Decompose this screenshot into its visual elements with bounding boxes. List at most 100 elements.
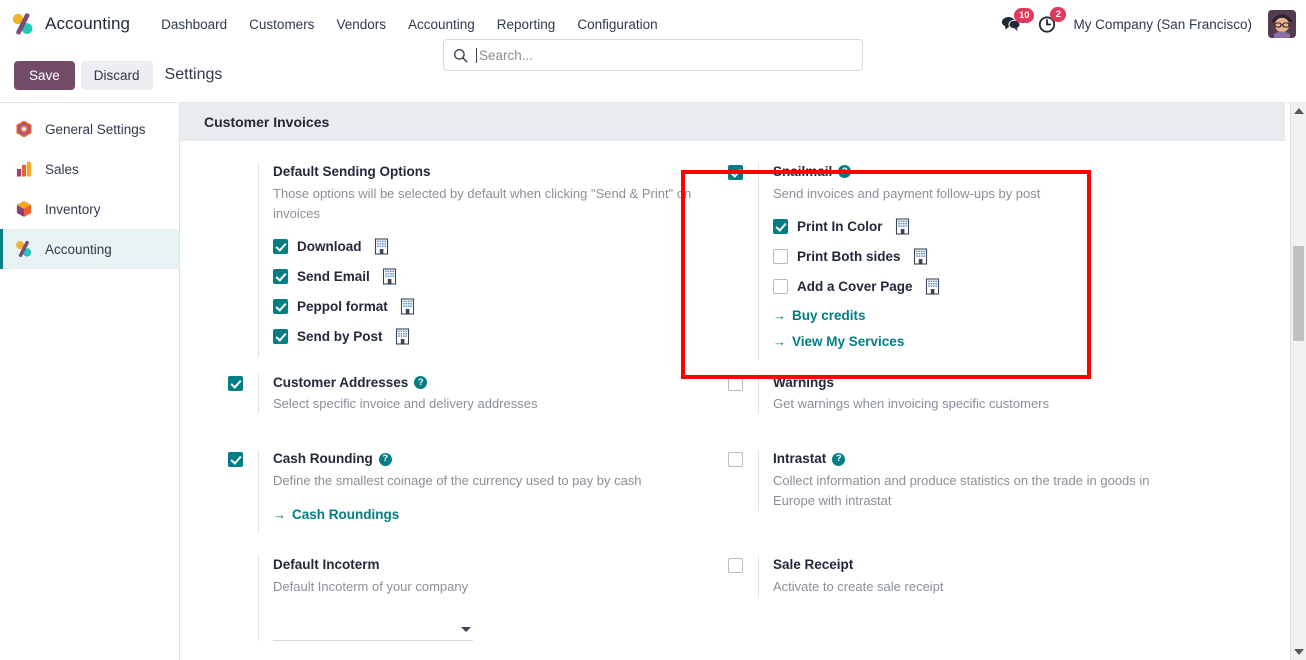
setting-warnings: Warnings Get warnings when invoicing spe…	[728, 373, 1228, 415]
setting-snailmail: Snailmail ? Send invoices and payment fo…	[728, 163, 1228, 360]
activities-count-badge: 2	[1050, 7, 1067, 22]
messages-button[interactable]: 10	[1001, 8, 1035, 33]
print-both-sides-label[interactable]: Print Both sides	[797, 249, 901, 264]
warnings-checkbox[interactable]	[728, 375, 743, 391]
text-caret	[476, 47, 477, 63]
activities-button[interactable]: 2	[1037, 7, 1067, 34]
page-body: General Settings Sales Inventory Account…	[0, 103, 1306, 660]
customer-addresses-title: Customer Addresses ?	[273, 374, 728, 392]
scroll-down-arrow-icon[interactable]	[1294, 649, 1304, 655]
sidebar-item-general-settings[interactable]: General Settings	[0, 109, 179, 149]
download-checkbox[interactable]	[273, 238, 288, 254]
cash-rounding-desc: Define the smallest coinage of the curre…	[273, 472, 642, 488]
menu-item-configuration[interactable]: Configuration	[566, 11, 668, 38]
arrow-right-icon: →	[773, 307, 786, 323]
print-in-color-label[interactable]: Print In Color	[797, 219, 883, 234]
section-title: Customer Invoices	[204, 114, 330, 130]
download-label[interactable]: Download	[297, 239, 362, 254]
company-switcher[interactable]: My Company (San Francisco)	[1073, 17, 1252, 32]
menu-item-dashboard[interactable]: Dashboard	[150, 11, 238, 38]
vertical-scrollbar[interactable]	[1290, 103, 1306, 660]
avatar[interactable]	[1268, 10, 1296, 38]
sidebar-item-accounting[interactable]: Accounting	[0, 229, 179, 269]
settings-row: Default Incoterm Default Incoterm of you…	[180, 556, 1306, 641]
help-icon[interactable]: ?	[414, 375, 428, 389]
customer-addresses-checkbox[interactable]	[228, 375, 243, 391]
sale-receipt-checkbox-col	[728, 556, 758, 574]
sidebar-item-label: Sales	[45, 161, 79, 177]
intrastat-content: Intrastat ? Collect information and prod…	[758, 450, 1228, 512]
peppol-format-label[interactable]: Peppol format	[297, 299, 388, 314]
view-my-services-row: → View My Services	[773, 334, 1228, 349]
help-icon[interactable]: ?	[838, 165, 852, 179]
navbar-right: 10 2 My Company (San Francisco)	[1001, 0, 1296, 48]
buy-credits-row: → Buy credits	[773, 308, 1228, 323]
checkbox-spacer	[228, 556, 258, 558]
default-sending-content: Default Sending Options Those options wi…	[258, 163, 728, 358]
menu-item-accounting[interactable]: Accounting	[397, 11, 486, 38]
sidebar-item-inventory[interactable]: Inventory	[0, 189, 179, 229]
sidebar-item-label: Accounting	[45, 241, 112, 257]
view-my-services-link[interactable]: → View My Services	[773, 334, 904, 349]
snailmail-title: Snailmail ?	[773, 163, 1228, 181]
menu-item-customers[interactable]: Customers	[238, 11, 325, 38]
send-email-checkbox[interactable]	[273, 268, 288, 284]
section-header-customer-invoices: Customer Invoices	[180, 103, 1285, 141]
sidebar-item-label: General Settings	[45, 121, 146, 137]
accounting-app-icon	[12, 13, 33, 35]
settings-app-icon	[16, 120, 32, 138]
suboption-print-in-color: Print In Color	[773, 218, 1228, 235]
add-cover-page-checkbox[interactable]	[773, 278, 788, 294]
warnings-content: Warnings Get warnings when invoicing spe…	[758, 373, 1228, 415]
cash-rounding-checkbox[interactable]	[228, 452, 243, 468]
search-placeholder: Search...	[479, 47, 534, 63]
intrastat-checkbox[interactable]	[728, 452, 743, 468]
default-incoterm-select[interactable]	[273, 619, 473, 641]
cash-roundings-row: → Cash Roundings	[273, 507, 728, 522]
search-input[interactable]: Search...	[443, 39, 863, 71]
send-email-label[interactable]: Send Email	[297, 269, 370, 284]
sidebar-item-sales[interactable]: Sales	[0, 149, 179, 189]
building-icon	[400, 298, 414, 315]
discard-button[interactable]: Discard	[80, 60, 153, 90]
suboption-peppol-format: Peppol format	[273, 298, 728, 315]
print-in-color-checkbox[interactable]	[773, 218, 788, 234]
default-incoterm-title: Default Incoterm	[273, 557, 380, 573]
customer-addresses-desc: Select specific invoice and delivery add…	[273, 396, 538, 412]
cash-roundings-label: Cash Roundings	[292, 507, 400, 523]
setting-customer-addresses: Customer Addresses ? Select specific inv…	[228, 373, 728, 415]
help-icon[interactable]: ?	[832, 452, 846, 466]
add-cover-page-label[interactable]: Add a Cover Page	[797, 279, 913, 294]
setting-default-incoterm: Default Incoterm Default Incoterm of you…	[228, 556, 728, 641]
settings-grid: Default Sending Options Those options wi…	[180, 141, 1306, 641]
buy-credits-link[interactable]: → Buy credits	[773, 308, 866, 323]
peppol-format-checkbox[interactable]	[273, 298, 288, 314]
snailmail-checkbox-col	[728, 163, 758, 180]
settings-row: Default Sending Options Those options wi…	[180, 163, 1306, 360]
suboption-send-by-post: Send by Post	[273, 328, 728, 345]
save-button[interactable]: Save	[14, 60, 75, 90]
menu-item-reporting[interactable]: Reporting	[486, 11, 567, 38]
send-by-post-label[interactable]: Send by Post	[297, 329, 383, 344]
user-avatar-icon	[1268, 10, 1296, 38]
print-both-sides-checkbox[interactable]	[773, 248, 788, 264]
cash-roundings-link[interactable]: → Cash Roundings	[273, 507, 399, 522]
view-my-services-label: View My Services	[792, 333, 905, 349]
suboption-download: Download	[273, 238, 728, 255]
brand[interactable]: Accounting	[10, 11, 130, 37]
setting-sale-receipt: Sale Receipt Activate to create sale rec…	[728, 556, 1228, 641]
building-icon	[382, 268, 396, 285]
snailmail-checkbox[interactable]	[728, 165, 743, 180]
menu-item-vendors[interactable]: Vendors	[325, 11, 397, 38]
snailmail-content: Snailmail ? Send invoices and payment fo…	[758, 163, 1228, 360]
checkbox-spacer	[228, 163, 258, 165]
sale-receipt-checkbox[interactable]	[728, 558, 743, 574]
building-icon	[895, 218, 909, 235]
help-icon[interactable]: ?	[378, 452, 392, 466]
send-by-post-checkbox[interactable]	[273, 328, 288, 344]
suboption-print-both-sides: Print Both sides	[773, 248, 1228, 265]
scrollbar-thumb[interactable]	[1293, 246, 1304, 341]
sale-receipt-content: Sale Receipt Activate to create sale rec…	[758, 556, 1228, 597]
scroll-up-arrow-icon[interactable]	[1294, 108, 1304, 114]
settings-sidebar: General Settings Sales Inventory Account…	[0, 103, 180, 660]
